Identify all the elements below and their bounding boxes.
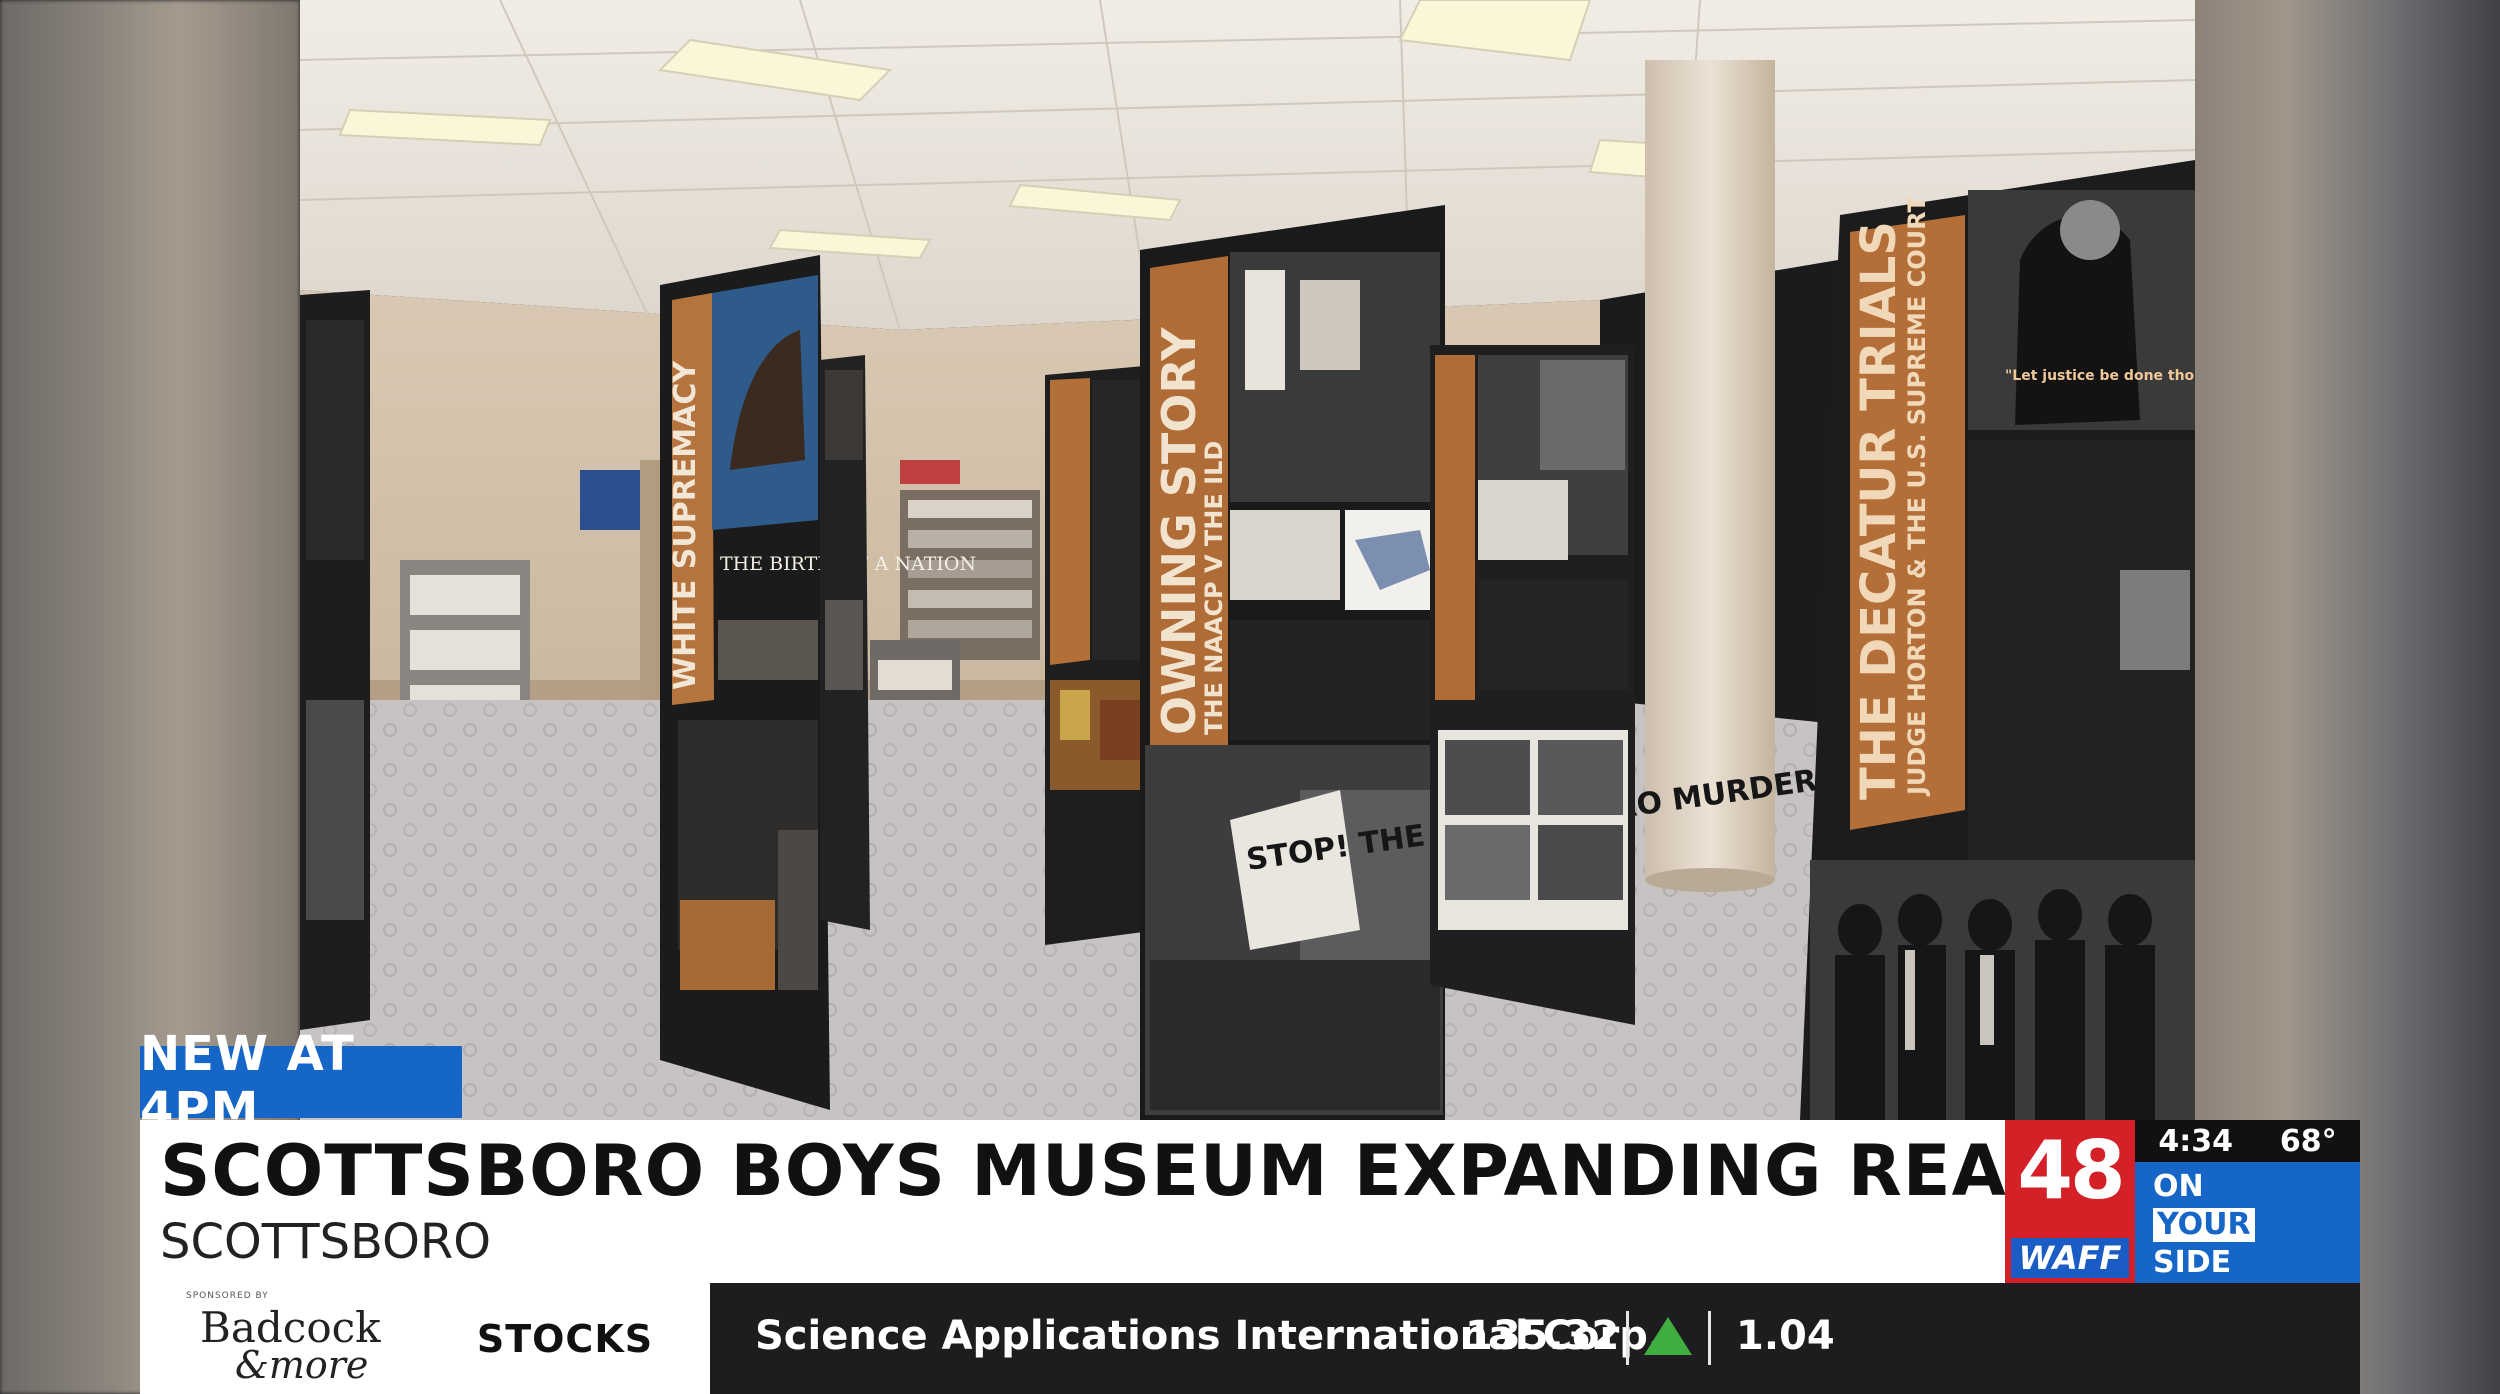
headline-banner: SCOTTSBORO BOYS MUSEUM EXPANDING REACH S… <box>140 1120 2118 1283</box>
up-arrow-icon <box>1644 1317 1692 1355</box>
location-text: SCOTTSBORO <box>160 1214 492 1270</box>
clock-time: 4:34 <box>2158 1123 2234 1159</box>
time-temp-bar: 4:34 68° <box>2135 1120 2360 1162</box>
headline-text: SCOTTSBORO BOYS MUSEUM EXPANDING REACH <box>160 1130 2119 1212</box>
sponsor-logo: SPONSORED BY Badcock &more <box>140 1283 420 1394</box>
stocks-section-label: STOCKS <box>420 1283 710 1394</box>
sponsor-label: SPONSORED BY <box>186 1291 269 1301</box>
ticker-divider <box>1626 1311 1629 1365</box>
panel-title-owning-story: OWNING STORY <box>1152 327 1206 735</box>
stock-ticker: SPONSORED BY Badcock &more STOCKS Scienc… <box>140 1283 2360 1394</box>
museum-exhibit-photo: WHITE SUPREMACY THE BIRTH OF A NATION <box>300 0 2195 1120</box>
ticker-divider <box>1708 1311 1711 1365</box>
temperature: 68° <box>2279 1123 2337 1159</box>
panel-title-white-supremacy: WHITE SUPREMACY <box>668 360 703 690</box>
stock-change: 1.04 <box>1736 1313 1835 1359</box>
stock-price: 135.32 <box>1465 1313 1620 1359</box>
slogan-line-1: ON <box>2153 1169 2204 1204</box>
logo-number: 48 <box>2017 1124 2125 1217</box>
panel-subtitle-naacp: THE NAACP V THE ILD <box>1200 441 1228 735</box>
sponsor-subname: &more <box>235 1343 369 1387</box>
logo-callsign: WAFF <box>2011 1238 2129 1278</box>
station-logo: 48 WAFF <box>2005 1120 2135 1283</box>
slogan-line-3: SIDE <box>2153 1245 2232 1280</box>
horton-quote: "Let justice be done though the heavens … <box>2005 368 2195 384</box>
exhibit-scene-illustration: WHITE SUPREMACY THE BIRTH OF A NATION <box>300 0 2195 1120</box>
station-slogan: ON YOUR SIDE <box>2135 1162 2360 1283</box>
panel-title-decatur-trials: THE DECATUR TRIALS <box>1851 221 1907 800</box>
new-at-4pm-tag: NEW AT 4PM <box>140 1026 462 1138</box>
slogan-line-2: YOUR <box>2153 1208 2255 1242</box>
panel-subtitle-judge-horton: JUDGE HORTON & THE U.S. SUPREME COURT <box>1903 195 1931 797</box>
